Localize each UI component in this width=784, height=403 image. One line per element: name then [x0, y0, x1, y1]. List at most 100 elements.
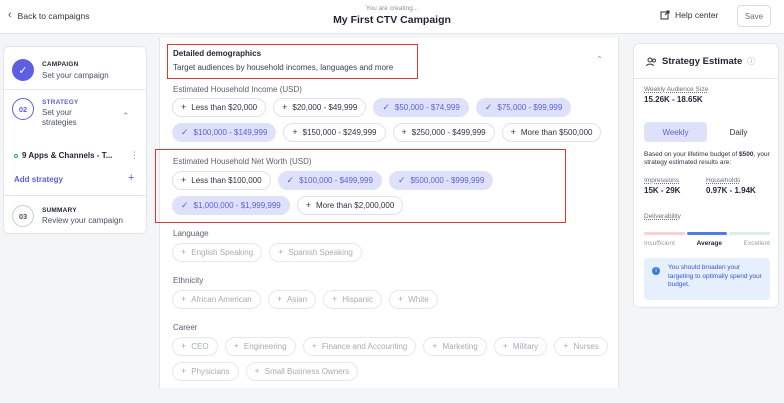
level-excellent: Excellent: [743, 240, 770, 247]
step-summary[interactable]: 03 SUMMARY Review your campaign: [4, 203, 146, 233]
plus-icon: +: [401, 127, 407, 137]
option-chip[interactable]: + Marketing: [423, 337, 487, 356]
chevron-up-icon[interactable]: ⌃: [596, 55, 603, 64]
divider: [4, 195, 146, 196]
add-strategy-button[interactable]: Add strategy: [14, 175, 63, 184]
period-toggle: Weekly Daily: [644, 122, 770, 142]
check-icon: ✓: [382, 102, 390, 112]
weekly-audience-label: Weekly Audience Size: [644, 86, 709, 93]
income-chips: + Less than $20,000 + $20,000 - $49,999 ✓ $50…: [172, 98, 612, 148]
chip-label: Less than $100,000: [191, 176, 262, 185]
step-title: STRATEGY: [42, 99, 79, 106]
plus-icon: +: [181, 175, 187, 185]
help-center-link[interactable]: Help center: [660, 10, 718, 20]
highlight-box: [167, 44, 418, 79]
ethnicity-chips: + African American + Asian + Hispanic + White: [172, 290, 612, 315]
net-worth-label: Estimated Household Net Worth (USD): [173, 157, 312, 166]
step-number: 03: [12, 205, 34, 227]
option-chip[interactable]: + Hispanic: [323, 290, 382, 309]
step-strategy[interactable]: 02 STRATEGY Set your strategies ⌃: [4, 93, 146, 149]
option-chip[interactable]: + $250,000 - $499,999: [392, 123, 495, 142]
chip-row: ✓ $100,000 - $149,999 + $150,000 - $249,999…: [172, 123, 612, 142]
option-chip[interactable]: + African American: [172, 290, 261, 309]
step-desc: Review your campaign: [42, 216, 123, 225]
option-chip[interactable]: + $20,000 - $49,999: [273, 98, 367, 117]
chip-label: $50,000 - $74,999: [394, 103, 460, 112]
chevron-up-icon[interactable]: ⌃: [122, 111, 130, 122]
option-chip[interactable]: + Less than $100,000: [172, 171, 271, 190]
option-chip[interactable]: + Less than $20,000: [172, 98, 267, 117]
language-chips: + English Speaking + Spanish Speaking: [172, 243, 612, 268]
check-icon: ✓: [484, 102, 493, 112]
option-chip[interactable]: ✓ $100,000 - $149,999: [172, 123, 277, 142]
option-chip[interactable]: ✓ $100,000 - $499,999: [277, 171, 382, 190]
chip-row: + English Speaking + Spanish Speaking: [172, 243, 612, 262]
more-options-icon[interactable]: ⋮: [130, 150, 139, 161]
chip-label: $100,000 - $499,999: [299, 176, 373, 185]
option-chip[interactable]: + Engineering: [224, 337, 296, 356]
language-label: Language: [173, 229, 209, 238]
net-worth-chips: + Less than $100,000 ✓ $100,000 - $499,999 ✓…: [172, 171, 612, 221]
weekly-audience-value: 15.26K - 18.65K: [644, 95, 703, 104]
chip-label: $75,000 - $99,999: [497, 103, 563, 112]
option-chip[interactable]: + CEO: [172, 337, 218, 356]
option-chip[interactable]: + More than $500,000: [501, 123, 602, 142]
plus-icon: +: [305, 200, 311, 210]
option-chip[interactable]: ✓ $75,000 - $99,999: [475, 98, 572, 117]
info-icon[interactable]: ⓘ: [747, 56, 755, 67]
chip-label: Asian: [287, 295, 308, 304]
deliverability-bar: [644, 232, 771, 235]
plus-icon[interactable]: +: [128, 172, 134, 184]
option-chip[interactable]: ✓ $50,000 - $74,999: [373, 98, 469, 117]
chip-label: $20,000 - $49,999: [292, 103, 358, 112]
weekly-tab[interactable]: Weekly: [644, 122, 707, 142]
option-chip[interactable]: + Military: [493, 337, 548, 356]
option-chip[interactable]: + Physicians: [172, 362, 239, 381]
plus-icon: +: [181, 294, 187, 304]
chip-label: $250,000 - $499,999: [411, 128, 486, 137]
budget-amount: $500: [739, 151, 754, 158]
status-dot-icon: [14, 154, 18, 158]
option-chip[interactable]: + White: [388, 290, 438, 309]
chip-label: $150,000 - $249,999: [302, 128, 377, 137]
option-chip[interactable]: + Small Business Owners: [245, 362, 359, 381]
option-chip[interactable]: + English Speaking: [172, 243, 263, 262]
deliverability-label: Deliverability: [644, 213, 681, 220]
steps-sidebar: ✓ CAMPAIGN Set your campaign 02 STRATEGY…: [3, 46, 147, 234]
chip-label: More than $2,000,000: [316, 201, 395, 210]
chip-label: More than $500,000: [520, 128, 593, 137]
option-chip[interactable]: ✓ $500,000 - $999,999: [388, 171, 494, 190]
plus-icon: +: [181, 102, 187, 112]
chip-label: Nurses: [573, 342, 599, 351]
step-desc: strategies: [42, 118, 77, 127]
strategy-item[interactable]: 9 Apps & Channels - T... ⋮: [4, 147, 146, 165]
plus-icon: +: [276, 294, 282, 304]
option-chip[interactable]: + Nurses: [554, 337, 608, 356]
plus-icon: +: [181, 247, 187, 257]
plus-icon: +: [292, 127, 298, 137]
step-number: 02: [12, 98, 34, 120]
chip-row: + Less than $20,000 + $20,000 - $49,999 ✓ $50…: [172, 98, 612, 117]
step-campaign[interactable]: ✓ CAMPAIGN Set your campaign: [4, 55, 146, 85]
budget-note: Based on your lifetime budget of $500, y…: [644, 151, 774, 167]
option-chip[interactable]: + $150,000 - $249,999: [283, 123, 386, 142]
plus-icon: +: [282, 102, 288, 112]
option-chip[interactable]: + Asian: [267, 290, 317, 309]
households-value: 0.97K - 1.94K: [706, 186, 756, 195]
option-chip[interactable]: + Spanish Speaking: [269, 243, 362, 262]
plus-icon: +: [397, 294, 404, 304]
plus-icon: +: [233, 341, 239, 351]
plus-icon: +: [502, 341, 508, 351]
deliverability-levels: Insufficient Average Excellent: [644, 240, 770, 247]
option-chip[interactable]: + More than $2,000,000: [296, 196, 404, 215]
strategy-estimate-card: Strategy Estimate ⓘ Weekly Audience Size…: [633, 43, 779, 308]
divider: [634, 78, 778, 79]
chip-label: $500,000 - $999,999: [410, 176, 485, 185]
daily-tab[interactable]: Daily: [707, 122, 770, 142]
plus-icon: +: [510, 127, 516, 137]
option-chip[interactable]: ✓ $1,000,000 - $1,999,999: [172, 196, 290, 215]
option-chip[interactable]: + Finance and Accounting: [302, 337, 417, 356]
bar-segment-insufficient: [644, 232, 685, 235]
chip-label: White: [408, 295, 429, 304]
save-button[interactable]: Save: [737, 5, 771, 27]
